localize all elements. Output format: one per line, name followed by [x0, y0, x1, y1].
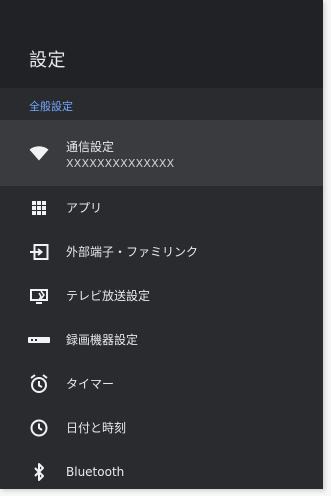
- menu-item-tv-broadcast[interactable]: テレビ放送設定: [0, 274, 323, 318]
- page-title: 設定: [29, 50, 66, 71]
- menu-item-inputs-label: 外部端子・ファミリンク: [66, 245, 199, 259]
- menu-item-bluetooth-label: Bluetooth: [66, 465, 125, 479]
- alarm-icon: [26, 371, 52, 397]
- settings-header: 設定: [0, 0, 323, 88]
- wifi-icon: [26, 140, 52, 166]
- menu-item-apps[interactable]: アプリ: [0, 186, 323, 230]
- menu-item-recorders[interactable]: 録画機器設定: [0, 318, 323, 362]
- menu-item-timer[interactable]: タイマー: [0, 362, 323, 406]
- menu-item-network-label: 通信設定: [66, 140, 115, 154]
- menu-item-network[interactable]: 通信設定 XXXXXXXXXXXXXX: [0, 120, 323, 186]
- menu-item-inputs[interactable]: 外部端子・ファミリンク: [0, 230, 323, 274]
- settings-panel: 設定 全般設定 通信設定 XXXXXXXXXXXXXX アプリ 外部端子・ファミ…: [0, 0, 323, 489]
- clock-icon: [26, 415, 52, 441]
- input-icon: [26, 239, 52, 265]
- menu-item-date-time-label: 日付と時刻: [66, 421, 127, 435]
- menu-item-recorders-label: 録画機器設定: [66, 333, 139, 347]
- menu-item-date-time[interactable]: 日付と時刻: [0, 406, 323, 450]
- tv-icon: [26, 283, 52, 309]
- menu-item-network-value: XXXXXXXXXXXXXX: [66, 157, 175, 170]
- bluetooth-icon: [26, 459, 52, 485]
- menu-item-apps-label: アプリ: [66, 201, 103, 215]
- recorder-icon: [26, 327, 52, 353]
- settings-menu: 通信設定 XXXXXXXXXXXXXX アプリ 外部端子・ファミリンク テレビ放…: [0, 120, 323, 489]
- section-label-general: 全般設定: [29, 100, 73, 113]
- grid-icon: [26, 195, 52, 221]
- menu-item-bluetooth[interactable]: Bluetooth: [0, 450, 323, 489]
- menu-item-tv-broadcast-label: テレビ放送設定: [66, 289, 151, 303]
- menu-item-timer-label: タイマー: [66, 377, 115, 391]
